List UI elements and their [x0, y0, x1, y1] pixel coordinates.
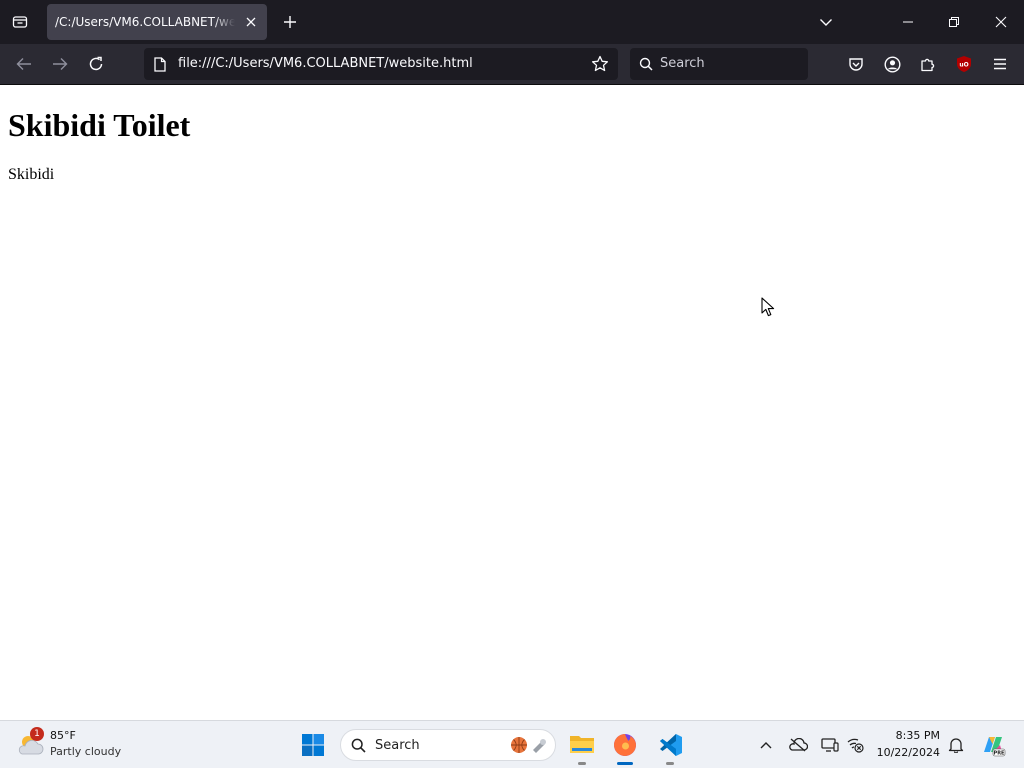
reload-icon[interactable] — [84, 52, 108, 76]
weather-description: Partly cloudy — [50, 745, 122, 758]
file-explorer-running-indicator — [578, 762, 586, 765]
chevron-up-icon[interactable] — [755, 734, 777, 756]
close-icon[interactable] — [989, 10, 1013, 34]
page-heading: Skibidi Toilet — [8, 107, 191, 143]
search-placeholder: Search — [660, 56, 705, 71]
pocket-icon[interactable] — [844, 52, 868, 76]
ublock-icon[interactable]: uO — [952, 52, 976, 76]
taskbar-search[interactable]: Search — [340, 729, 556, 761]
display-icon[interactable] — [819, 734, 841, 756]
tab-title: /C:/Users/VM6.COLLABNET/website.html — [55, 15, 235, 29]
search-highlight-icon — [509, 735, 549, 759]
tab-close-icon[interactable] — [241, 12, 261, 32]
puzzle-icon[interactable] — [916, 52, 940, 76]
search-icon — [351, 738, 366, 757]
svg-text:PRE: PRE — [994, 751, 1006, 757]
svg-text:uO: uO — [959, 62, 968, 69]
navigation-toolbar: file:///C:/Users/VM6.COLLABNET/website.h… — [0, 44, 1024, 85]
search-input[interactable]: Search — [630, 48, 808, 80]
vscode-icon[interactable] — [657, 732, 683, 758]
windows-start-icon[interactable] — [301, 733, 325, 757]
taskbar-search-label: Search — [375, 738, 420, 753]
url-text: file:///C:/Users/VM6.COLLABNET/website.h… — [178, 56, 473, 71]
weather-temperature: 85°F — [50, 729, 76, 742]
chevron-down-icon[interactable] — [814, 10, 838, 34]
back-arrow-icon[interactable] — [12, 52, 36, 76]
web-page-content: Skibidi Toilet Skibidi — [0, 85, 1024, 720]
page-paragraph: Skibidi — [8, 166, 55, 183]
vscode-running-indicator — [666, 762, 674, 765]
minimize-icon[interactable] — [896, 10, 920, 34]
account-icon[interactable] — [880, 52, 904, 76]
page-icon[interactable] — [150, 54, 170, 74]
url-bar[interactable]: file:///C:/Users/VM6.COLLABNET/website.h… — [144, 48, 618, 80]
network-disconnected-icon[interactable] — [844, 734, 866, 756]
tab-list-icon[interactable] — [8, 10, 32, 34]
restore-icon[interactable] — [942, 10, 966, 34]
search-icon — [638, 56, 654, 72]
plus-icon[interactable] — [278, 10, 302, 34]
mouse-cursor-icon — [761, 297, 775, 321]
onedrive-offline-icon[interactable] — [787, 734, 809, 756]
hamburger-icon[interactable] — [988, 52, 1012, 76]
windows-taskbar: 1 85°F Partly cloudy Search 8:35 PM 10/2… — [0, 720, 1024, 768]
browser-tab-strip: /C:/Users/VM6.COLLABNET/website.html — [0, 0, 1024, 44]
file-explorer-icon[interactable] — [569, 733, 595, 757]
notification-bell-icon[interactable] — [945, 734, 967, 756]
star-icon[interactable] — [590, 54, 610, 74]
tab-website[interactable]: /C:/Users/VM6.COLLABNET/website.html — [47, 4, 267, 40]
forward-arrow-icon[interactable] — [48, 52, 72, 76]
weather-alert-badge: 1 — [30, 727, 44, 741]
firefox-icon[interactable] — [612, 732, 638, 758]
clock-date[interactable]: 10/22/2024 — [877, 746, 940, 759]
clock-time[interactable]: 8:35 PM — [896, 729, 940, 742]
weather-widget[interactable]: 1 85°F Partly cloudy — [16, 727, 146, 763]
copilot-icon[interactable]: PRE — [980, 732, 1006, 758]
firefox-active-indicator — [617, 762, 633, 765]
